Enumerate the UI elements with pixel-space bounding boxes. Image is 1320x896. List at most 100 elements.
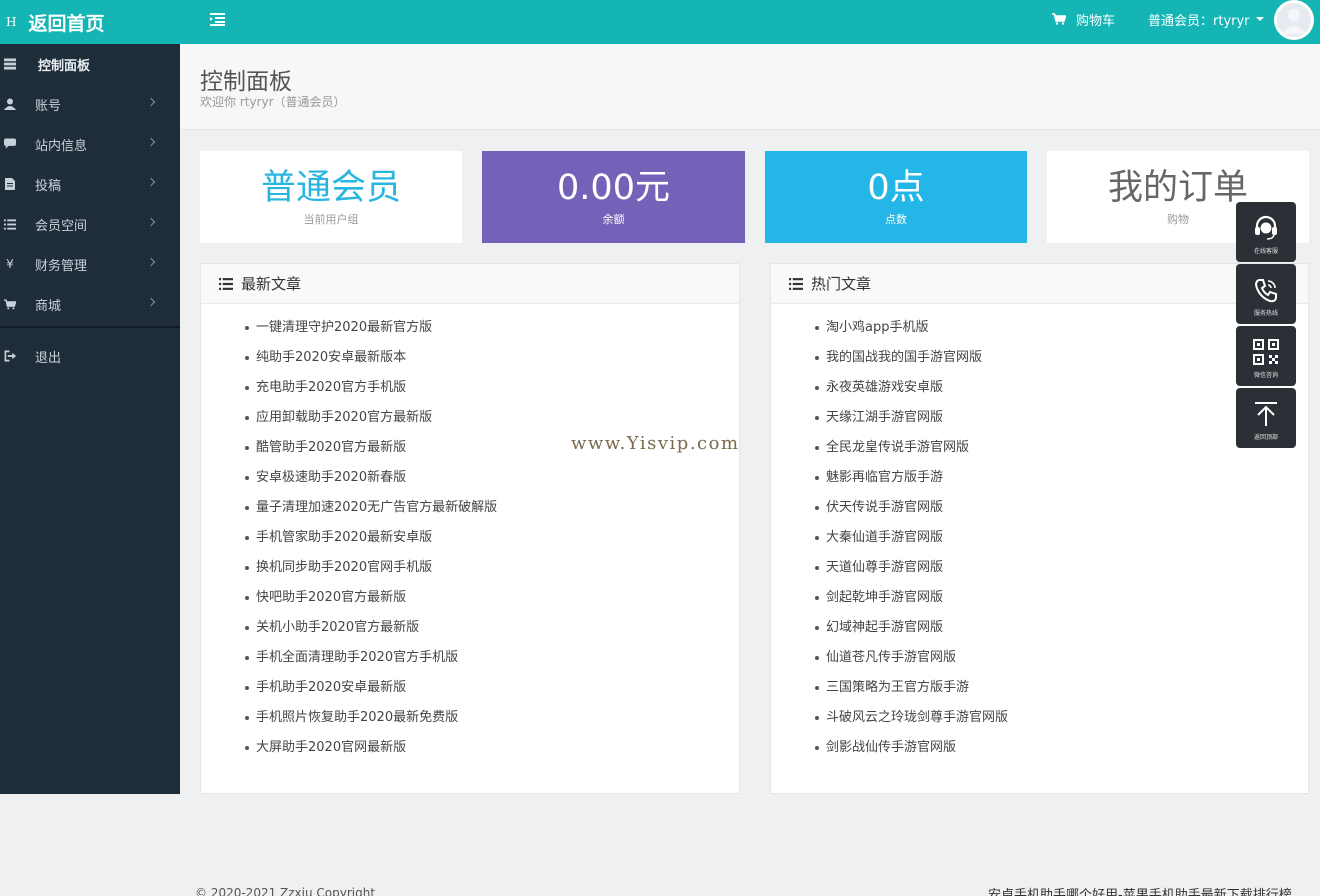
article-link[interactable]: 手机全面清理助手2020官方手机版 [201,643,739,673]
panel-title: 热门文章 [811,275,872,293]
user-icon [4,98,16,110]
member-label: 普通会员：rtyryr [1148,13,1250,29]
float-label: 服务热线 [1253,310,1278,317]
article-link[interactable]: 手机助手2020安卓最新版 [201,673,739,703]
sidebar-item-label: 控制面板 [38,58,91,74]
float-label: 在线客服 [1253,248,1278,255]
brand[interactable]: H 返回首页 [0,0,180,44]
sidebar-item-member-space[interactable]: 会员空间 [0,204,180,244]
list-icon [4,218,16,230]
sidebar: 控制面板 账号 站内信息 投稿 会员空间 ¥ 财务管理 商城 退出 [0,44,180,794]
article-link[interactable]: 斗破风云之玲珑剑尊手游官网版 [771,703,1308,733]
cart-icon [1052,13,1066,25]
sidebar-item-label: 会员空间 [35,218,88,234]
online-service-button[interactable]: 在线客服 [1236,202,1296,262]
sidebar-item-label: 商城 [35,298,62,314]
article-link[interactable]: 安卓极速助手2020新春版 [201,463,739,493]
hot-articles-list: 淘小鸡app手机版 我的国战我的国手游官网版 永夜英雄游戏安卓版 天缘江湖手游官… [771,304,1308,763]
float-label: 返回顶部 [1253,434,1278,441]
sidebar-item-contribute[interactable]: 投稿 [0,164,180,204]
wechat-consult-button[interactable]: 微信咨询 [1236,326,1296,386]
article-link[interactable]: 三国策略为王官方版手游 [771,673,1308,703]
article-link[interactable]: 手机管家助手2020最新安卓版 [201,523,739,553]
dashboard-icon [4,58,16,70]
document-icon [4,178,16,190]
article-link[interactable]: 手机照片恢复助手2020最新免费版 [201,703,739,733]
article-link[interactable]: 我的国战我的国手游官网版 [771,343,1308,373]
sidebar-item-label: 账号 [35,98,62,114]
page-header: 控制面板 欢迎你 rtyryr（普通会员） [180,44,1320,130]
stat-value: 0点 [867,168,925,208]
service-hotline-button[interactable]: 服务热线 [1236,264,1296,324]
article-link[interactable]: 大秦仙道手游官网版 [771,523,1308,553]
article-link[interactable]: 仙道苍凡传手游官网版 [771,643,1308,673]
sidebar-item-label: 投稿 [35,178,62,194]
article-link[interactable]: 全民龙皇传说手游官网版 [771,433,1308,463]
article-link[interactable]: 量子清理加速2020无广告官方最新破解版 [201,493,739,523]
sidebar-item-logout[interactable]: 退出 [0,336,180,376]
float-label: 微信咨询 [1253,372,1278,379]
article-link[interactable]: 大屏助手2020官网最新版 [201,733,739,763]
chevron-right-icon [146,257,156,267]
article-link[interactable]: 幻域神起手游官网版 [771,613,1308,643]
article-link[interactable]: 应用卸载助手2020官方最新版 [201,403,739,433]
back-to-top-button[interactable]: 返回顶部 [1236,388,1296,448]
sidebar-item-label: 站内信息 [35,138,88,154]
sidebar-divider [0,326,180,328]
latest-articles-panel: 最新文章 一键清理守护2020最新官方版 纯助手2020安卓最新版本 充电助手2… [200,263,740,794]
sidebar-item-dashboard[interactable]: 控制面板 [0,44,180,84]
article-link[interactable]: 淘小鸡app手机版 [771,313,1308,343]
article-link[interactable]: 剑起乾坤手游官网版 [771,583,1308,613]
qrcode-icon [1253,339,1279,365]
stat-balance[interactable]: 0.00元 余额 [482,151,745,243]
article-link[interactable]: 纯助手2020安卓最新版本 [201,343,739,373]
sidebar-toggle-icon[interactable] [210,12,226,26]
phone-icon [1254,279,1277,303]
sidebar-item-label: 退出 [35,350,62,366]
back-to-top-icon [1255,402,1277,426]
top-bar: H 返回首页 购物车 普通会员：rtyryr [0,0,1320,44]
article-link[interactable]: 永夜英雄游戏安卓版 [771,373,1308,403]
member-menu[interactable]: 普通会员：rtyryr [1148,0,1264,38]
avatar[interactable] [1274,0,1314,40]
stat-value: 0.00元 [557,168,670,208]
chevron-right-icon [146,97,156,107]
sidebar-item-messages[interactable]: 站内信息 [0,124,180,164]
article-link[interactable]: 伏天传说手游官网版 [771,493,1308,523]
stat-value: 普通会员 [260,168,401,208]
home-link[interactable]: 返回首页 [28,9,104,36]
avatar-placeholder-icon [1277,3,1311,37]
article-link[interactable]: 充电助手2020官方手机版 [201,373,739,403]
sidebar-item-shop[interactable]: 商城 [0,284,180,324]
chevron-right-icon [146,137,156,147]
stat-label: 当前用户组 [303,213,359,226]
article-link[interactable]: 天道仙尊手游官网版 [771,553,1308,583]
article-link[interactable]: 剑影战仙传手游官网版 [771,733,1308,763]
watermark-text: www.Yisvip.com [571,433,740,454]
logout-icon [4,350,16,362]
stat-user-group[interactable]: 普通会员 当前用户组 [200,151,462,243]
hot-articles-panel: 热门文章 淘小鸡app手机版 我的国战我的国手游官网版 永夜英雄游戏安卓版 天缘… [770,263,1309,794]
sidebar-item-finance[interactable]: ¥ 财务管理 [0,244,180,284]
cart-icon [4,298,16,310]
sidebar-item-account[interactable]: 账号 [0,84,180,124]
cart-label: 购物车 [1076,13,1116,29]
article-link[interactable]: 一键清理守护2020最新官方版 [201,313,739,343]
article-link[interactable]: 关机小助手2020官方最新版 [201,613,739,643]
cart-link[interactable]: 购物车 [1052,0,1115,38]
sidebar-item-label: 财务管理 [35,258,88,274]
article-link[interactable]: 天缘江湖手游官网版 [771,403,1308,433]
chevron-right-icon [146,177,156,187]
stat-label: 点数 [885,213,907,226]
page-title: 控制面板 [200,69,292,95]
footer-links[interactable]: 安卓手机助手哪个好用-苹果手机助手最新下载排行榜 [988,884,1320,896]
latest-articles-list: 一键清理守护2020最新官方版 纯助手2020安卓最新版本 充电助手2020官方… [201,304,739,763]
article-link[interactable]: 换机同步助手2020官网手机版 [201,553,739,583]
stat-points[interactable]: 0点 点数 [765,151,1027,243]
copyright-text: © 2020-2021 Zzxiu Copyright [195,886,376,896]
article-link[interactable]: 魅影再临官方版手游 [771,463,1308,493]
list-icon [219,277,233,290]
list-icon [789,277,803,290]
article-link[interactable]: 快吧助手2020官方最新版 [201,583,739,613]
chevron-right-icon [146,297,156,307]
